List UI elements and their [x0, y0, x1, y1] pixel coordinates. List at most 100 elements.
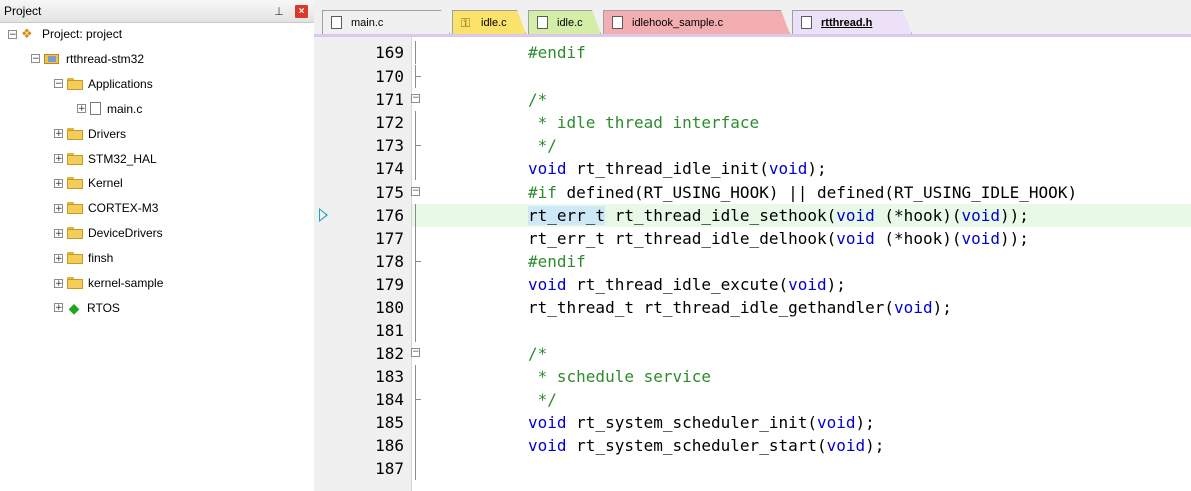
code-token: */ — [528, 136, 557, 155]
tree-item[interactable]: + STM32_HAL — [54, 151, 157, 167]
code-text: * schedule service — [528, 365, 711, 388]
code-line[interactable]: 179 void rt_thread_idle_excute(void); — [314, 273, 1191, 296]
code-line[interactable]: 176 rt_err_t rt_thread_idle_sethook(void … — [314, 204, 1191, 227]
expand-icon[interactable]: + — [54, 278, 63, 288]
expand-icon[interactable]: + — [54, 203, 63, 213]
tree-item[interactable]: + Drivers — [54, 126, 126, 142]
code-line[interactable]: 182− /* — [314, 342, 1191, 365]
tree-item-label: rtthread-stm32 — [66, 51, 145, 66]
code-line[interactable]: 183 * schedule service — [314, 365, 1191, 388]
collapse-icon[interactable]: − — [8, 29, 17, 39]
file-icon — [537, 16, 548, 29]
tab-idlehook-sample-c[interactable]: idlehook_sample.c — [603, 10, 790, 34]
tab-label: rtthread.h — [821, 16, 873, 29]
fold-guide — [410, 250, 422, 273]
line-number: 187 — [375, 459, 404, 478]
line-number: 176 — [375, 206, 404, 225]
tree-item[interactable]: + main.c — [77, 101, 142, 117]
code-token: void — [961, 229, 1001, 248]
tree-item[interactable]: + Kernel — [54, 175, 123, 191]
expand-icon[interactable]: + — [54, 303, 63, 313]
tree-item[interactable]: − ❖ Project: project — [8, 26, 122, 42]
code-line[interactable]: 174 void rt_thread_idle_init(void); — [314, 157, 1191, 180]
code-line[interactable]: 186 void rt_system_scheduler_start(void); — [314, 434, 1191, 457]
fold-line — [415, 319, 416, 342]
code-token: rt_err_t rt_thread_idle_delhook( — [528, 229, 837, 248]
code-token: rt_system_scheduler_start( — [566, 436, 827, 455]
code-line[interactable]: 177 rt_err_t rt_thread_idle_delhook(void … — [314, 227, 1191, 250]
tree-item[interactable]: − Applications — [54, 76, 153, 92]
code-text: rt_thread_t rt_thread_idle_gethandler(vo… — [528, 296, 952, 319]
expand-icon[interactable]: + — [54, 253, 63, 263]
tab-rtthread-h[interactable]: rtthread.h — [792, 10, 912, 34]
fold-box[interactable]: − — [411, 94, 420, 103]
expand-icon[interactable]: + — [54, 178, 63, 188]
collapse-icon[interactable]: − — [54, 79, 63, 89]
code-text: #if defined(RT_USING_HOOK) || defined(RT… — [528, 181, 1077, 204]
expand-icon[interactable]: + — [54, 228, 63, 238]
tree-item[interactable]: + finsh — [54, 250, 113, 266]
folder-icon — [67, 227, 83, 240]
code-line[interactable]: 170 — [314, 65, 1191, 88]
folder-icon — [67, 252, 83, 265]
fold-guide — [410, 411, 422, 434]
code-line[interactable]: 185 void rt_system_scheduler_init(void); — [314, 411, 1191, 434]
code-text: void rt_system_scheduler_start(void); — [528, 434, 884, 457]
expand-icon[interactable]: + — [54, 129, 63, 139]
tree-item-label: kernel-sample — [88, 276, 164, 290]
code-line[interactable]: 184 */ — [314, 388, 1191, 411]
fold-line — [415, 457, 416, 480]
code-line[interactable]: 175− #if defined(RT_USING_HOOK) || define… — [314, 181, 1191, 204]
fold-guide — [410, 457, 422, 480]
code-token: * schedule service — [528, 367, 712, 386]
close-icon[interactable]: × — [295, 4, 308, 18]
fold-collapse-icon[interactable]: − — [410, 342, 422, 365]
tree-item[interactable]: − rtthread-stm32 — [31, 51, 144, 67]
code-line[interactable]: 180 rt_thread_t rt_thread_idle_gethandler… — [314, 296, 1191, 319]
editor-area: main.c ⚿ idle.c idle.c idlehook_sample.c rtth… — [314, 0, 1191, 491]
code-token: ); — [826, 275, 846, 294]
tree-item-label: Drivers — [88, 126, 126, 141]
code-line[interactable]: 187 — [314, 457, 1191, 480]
folder-icon — [67, 77, 83, 90]
code-token: void — [836, 206, 875, 225]
file-icon — [331, 16, 342, 29]
code-token: ); — [855, 413, 875, 432]
line-number: 177 — [375, 229, 404, 248]
tab-idle-c[interactable]: ⚿ idle.c — [452, 10, 526, 34]
tree-item[interactable]: + ◆ RTOS — [54, 300, 120, 316]
code-token: void — [768, 159, 808, 178]
tab-idle-c[interactable]: idle.c — [528, 10, 601, 34]
code-line[interactable]: 181 — [314, 319, 1191, 342]
fold-line — [415, 227, 416, 250]
tree-item[interactable]: + kernel-sample — [54, 275, 163, 291]
code-token: defined(RT_USING_HOOK) || defined(RT_USI… — [556, 183, 1078, 202]
project-panel-header: Project ⊥ × — [0, 0, 314, 23]
collapse-icon[interactable]: − — [31, 54, 40, 64]
tree-item[interactable]: + CORTEX-M3 — [54, 200, 158, 216]
tree-item[interactable]: + DeviceDrivers — [54, 225, 163, 241]
code-token: rt_thread_idle_excute( — [566, 275, 789, 294]
folder-icon — [67, 277, 83, 289]
tab-main-c[interactable]: main.c — [322, 10, 450, 34]
expand-icon[interactable]: + — [77, 104, 86, 114]
code-token: /* — [528, 344, 548, 363]
expand-icon[interactable]: + — [54, 154, 63, 164]
fold-guide — [410, 204, 422, 227]
code-text: /* — [528, 342, 547, 365]
code-editor[interactable]: 169 #endif 170 171−/* 172 * idle thread inte… — [314, 37, 1191, 491]
code-line[interactable]: 178 #endif — [314, 250, 1191, 273]
fold-box[interactable]: − — [411, 348, 420, 357]
code-line[interactable]: 171− /* — [314, 88, 1191, 111]
fold-collapse-icon[interactable]: − — [410, 88, 422, 111]
code-text: void rt_thread_idle_init(void); — [528, 157, 827, 180]
pin-icon[interactable]: ⊥ — [273, 5, 285, 18]
code-text: rt_err_t rt_thread_idle_sethook(void (*h… — [528, 204, 1029, 227]
code-line[interactable]: 169 #endif — [314, 41, 1191, 64]
fold-collapse-icon[interactable]: − — [410, 181, 422, 204]
tree-item-label: Applications — [88, 76, 153, 91]
fold-line — [415, 41, 416, 64]
code-line[interactable]: 172 * idle thread interface — [314, 111, 1191, 134]
code-line[interactable]: 173 */ — [314, 134, 1191, 157]
fold-box[interactable]: − — [411, 187, 420, 196]
